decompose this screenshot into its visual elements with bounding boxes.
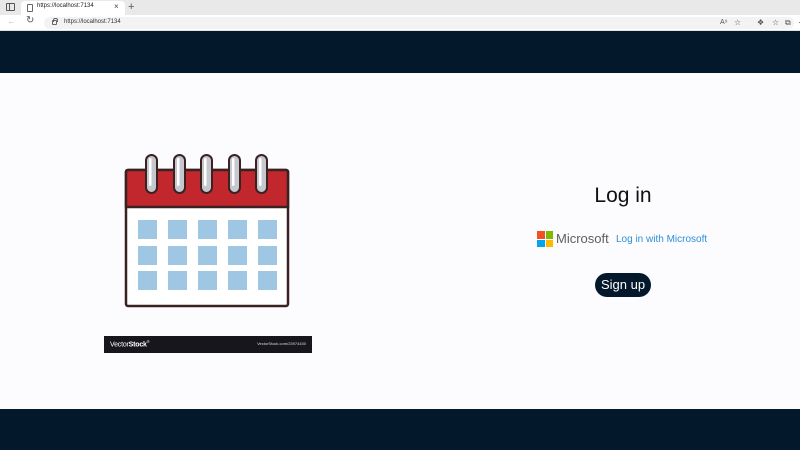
browser-tab[interactable]: https://localhost:7134 × <box>21 1 125 15</box>
collections-icon[interactable]: ⧉ <box>785 18 791 28</box>
login-with-microsoft-link[interactable]: Log in with Microsoft <box>616 234 707 245</box>
sign-up-button[interactable]: Sign up <box>595 273 651 297</box>
favorite-icon[interactable]: ☆ <box>734 18 741 28</box>
microsoft-wordmark: Microsoft <box>556 231 609 246</box>
tab-actions-icon[interactable] <box>6 3 15 11</box>
favorites-icon[interactable]: ☆ <box>772 18 779 28</box>
back-icon[interactable]: ← <box>7 16 16 26</box>
reload-icon[interactable]: ↻ <box>26 15 34 26</box>
page-icon <box>27 4 33 12</box>
extensions-icon[interactable]: ❖ <box>757 18 764 28</box>
watermark-url: VectorStock.com/23974430 <box>257 341 306 346</box>
lock-icon[interactable] <box>52 18 58 25</box>
browser-tab-bar: https://localhost:7134 × + <box>0 0 800 15</box>
watermark-brand: VectorStock® <box>110 339 150 349</box>
new-tab-icon[interactable]: + <box>128 0 134 14</box>
vectorstock-watermark: VectorStock® VectorStock.com/23974430 <box>104 336 312 353</box>
calendar-illustration <box>124 154 290 308</box>
page-header <box>0 31 800 73</box>
url-text[interactable]: https://localhost:7134 <box>64 19 121 25</box>
read-aloud-icon[interactable]: A⁹ <box>720 18 728 28</box>
microsoft-logo-icon <box>537 231 553 247</box>
browser-toolbar: ← ↻ https://localhost:7134 A⁹ ☆ ❖ ☆ ⧉ ⋯ <box>0 15 800 31</box>
login-title: Log in <box>594 184 652 207</box>
tab-title: https://localhost:7134 <box>37 3 94 9</box>
page-footer <box>0 409 800 450</box>
address-bar[interactable]: https://localhost:7134 A⁹ ☆ ❖ ☆ ⧉ ⋯ <box>44 17 800 29</box>
close-tab-icon[interactable]: × <box>114 2 119 12</box>
